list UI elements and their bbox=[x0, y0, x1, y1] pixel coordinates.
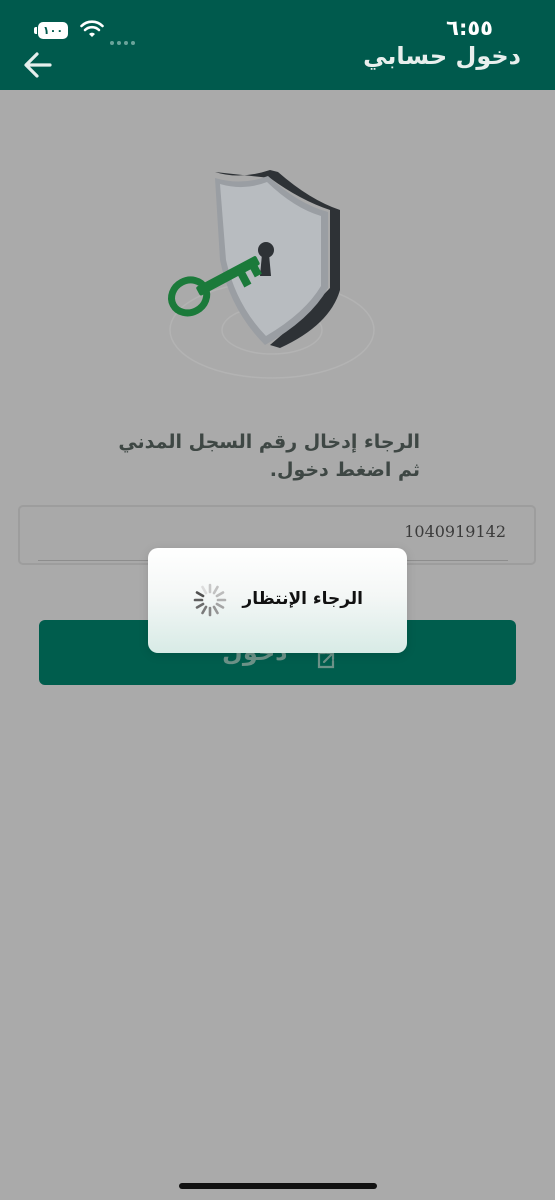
status-time: ٦:٥٥ bbox=[446, 16, 493, 40]
loading-dialog: الرجاء الإنتظار bbox=[148, 548, 407, 653]
loading-spinner-icon bbox=[193, 583, 227, 617]
battery-icon: ١٠٠ bbox=[34, 22, 68, 39]
shield-key-illustration bbox=[168, 170, 375, 379]
app-header: ١٠٠ ٦:٥٥ دخول حسابي bbox=[0, 0, 555, 90]
civil-id-input[interactable] bbox=[174, 521, 508, 542]
cellular-signal-icon bbox=[110, 30, 138, 49]
instruction-line-1: الرجاء إدخال رقم السجل المدني bbox=[118, 431, 420, 453]
wifi-icon bbox=[80, 20, 104, 37]
page-title: دخول حسابي bbox=[363, 42, 521, 70]
home-indicator[interactable] bbox=[179, 1183, 377, 1189]
instruction-line-2: ثم اضغط دخول. bbox=[269, 459, 420, 481]
login-icon bbox=[317, 651, 335, 669]
loading-message: الرجاء الإنتظار bbox=[242, 589, 363, 609]
back-arrow-icon[interactable] bbox=[22, 50, 54, 80]
